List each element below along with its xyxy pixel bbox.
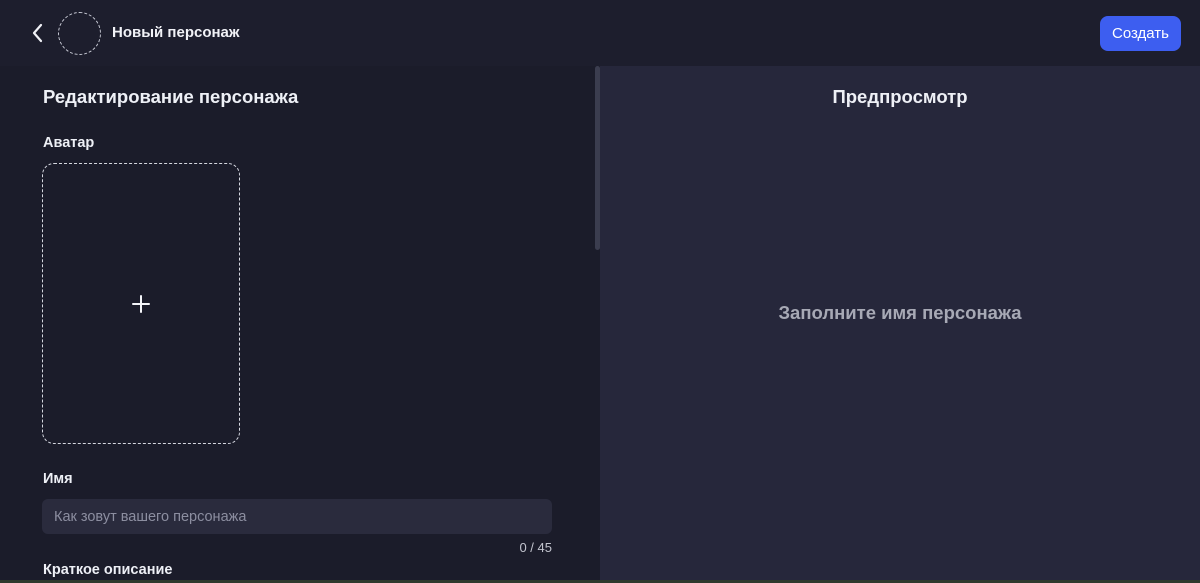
editor-title: Редактирование персонажа: [43, 86, 299, 107]
preview-panel: Предпросмотр Заполните имя персонажа: [600, 66, 1200, 583]
avatar-upload-area[interactable]: [42, 163, 240, 444]
preview-empty-message: Заполните имя персонажа: [778, 302, 1022, 323]
character-avatar[interactable]: [58, 12, 101, 55]
back-button[interactable]: [26, 21, 50, 45]
name-input[interactable]: [42, 499, 552, 534]
name-char-counter: 0 / 45: [519, 540, 552, 555]
editor-panel: Редактирование персонажа Аватар Имя 0 / …: [0, 66, 600, 583]
avatar-label: Аватар: [43, 135, 95, 151]
chevron-left-icon: [32, 23, 43, 43]
name-label: Имя: [43, 471, 73, 487]
top-bar: Новый персонаж Создать: [0, 0, 1200, 66]
preview-title: Предпросмотр: [832, 86, 968, 107]
short-description-label: Краткое описание: [43, 562, 173, 578]
page-title: Новый персонаж: [112, 24, 240, 41]
plus-icon: [132, 294, 150, 313]
create-button[interactable]: Создать: [1100, 16, 1181, 51]
